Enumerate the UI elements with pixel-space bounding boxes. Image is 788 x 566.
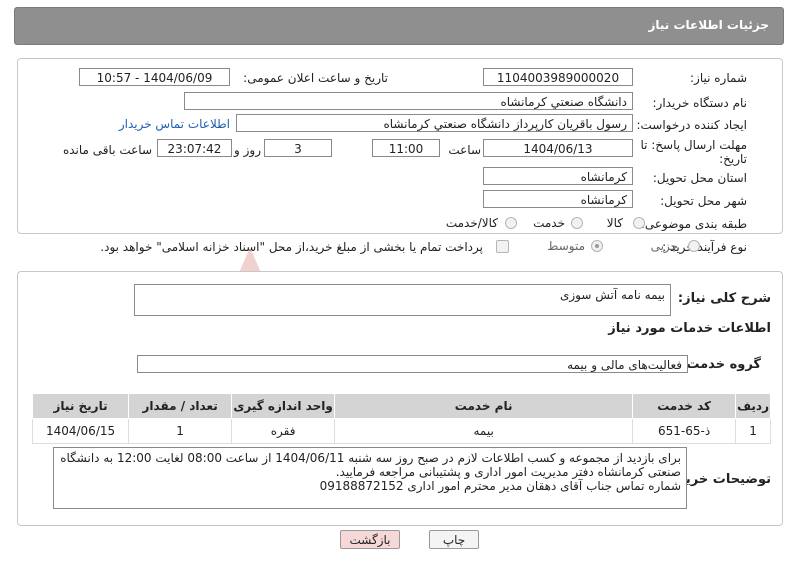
deadline-label-2: تاریخ:	[719, 152, 747, 166]
contact-info-link[interactable]: اطلاعات تماس خریدار	[119, 117, 230, 131]
process-medium-label: متوسط	[547, 239, 585, 253]
deadline-date-field: 1404/06/13	[483, 139, 633, 157]
service-group-label: گروه خدمت:	[681, 357, 761, 372]
category-goods-radio[interactable]	[633, 217, 645, 229]
days-field: 3	[264, 139, 332, 157]
summary-value: بیمه نامه آتش سوزی	[559, 288, 665, 302]
col-name: نام خدمت	[334, 393, 634, 419]
cell-name: بیمه	[334, 418, 634, 444]
print-button[interactable]: چاپ	[429, 530, 479, 549]
col-code: کد خدمت	[632, 393, 737, 419]
notes-field: برای بازدید از مجموعه و کسب اطلاعات لازم…	[53, 447, 687, 509]
need-number-field: 1104003989000020	[483, 68, 633, 86]
back-button[interactable]: بازگشت	[340, 530, 400, 549]
days-label: روز و	[234, 143, 261, 157]
process-minor-radio[interactable]	[688, 240, 700, 252]
category-service-label: خدمت	[533, 216, 565, 230]
deadline-time-field: 11:00	[372, 139, 440, 157]
col-index: ردیف	[735, 393, 771, 419]
table-header-row: ردیف کد خدمت نام خدمت واحد اندازه گیری ت…	[31, 393, 771, 419]
category-both-radio[interactable]	[505, 217, 517, 229]
announce-field: 1404/06/09 - 10:57	[79, 68, 230, 86]
summary-field: بیمه نامه آتش سوزی	[134, 284, 671, 316]
notes-line-1: برای بازدید از مجموعه و کسب اطلاعات لازم…	[60, 451, 681, 465]
treasury-checkbox[interactable]	[496, 240, 509, 253]
process-minor-label: جزیی	[650, 239, 678, 253]
cell-code: ذ-65-651	[632, 418, 737, 444]
buyer-org-field: دانشگاه صنعتي كرمانشاه	[184, 92, 633, 110]
services-section-title: اطلاعات خدمات مورد نیاز	[608, 321, 771, 336]
category-both-label: کالا/خدمت	[445, 216, 498, 230]
creator-field: رسول باقریان کارپرداز دانشگاه صنعتي كرما…	[236, 114, 633, 132]
need-number-label: شماره نیاز:	[690, 71, 747, 85]
service-group-field: فعالیت‌های مالی و بیمه	[137, 355, 688, 373]
col-unit: واحد اندازه گیری	[231, 393, 336, 419]
col-date: تاریخ نیاز	[31, 393, 130, 419]
deadline-label-1: مهلت ارسال پاسخ: تا	[640, 138, 747, 152]
category-label: طبقه بندی موضوعی:	[640, 217, 747, 231]
page-title: جزئیات اطلاعات نیاز	[648, 18, 769, 32]
cell-unit: فقره	[231, 418, 336, 444]
city-label: شهر محل تحویل:	[660, 194, 747, 208]
cell-qty: 1	[128, 418, 233, 444]
city-field: کرمانشاه	[483, 190, 633, 208]
remaining-time-field: 23:07:42	[157, 139, 232, 157]
services-table: ردیف کد خدمت نام خدمت واحد اندازه گیری ت…	[31, 393, 771, 444]
notes-line-3: شماره تماس جناب آقای دهقان مدیر محترم ام…	[319, 479, 681, 493]
deadline-time-label: ساعت	[448, 143, 481, 157]
cell-index: 1	[735, 418, 771, 444]
payment-note: پرداخت تمام یا بخشی از مبلغ خرید،از محل …	[100, 240, 483, 254]
summary-label: شرح کلی نیاز:	[677, 291, 771, 306]
province-field: کرمانشاه	[483, 167, 633, 185]
process-medium-radio[interactable]	[591, 240, 603, 252]
creator-label: ایجاد کننده درخواست:	[636, 118, 747, 132]
province-label: استان محل تحویل:	[652, 171, 747, 185]
col-qty: تعداد / مقدار	[128, 393, 233, 419]
category-service-radio[interactable]	[571, 217, 583, 229]
cell-date: 1404/06/15	[31, 418, 130, 444]
notes-line-2: صنعتی کرمانشاه دفتر مدیریت امور اداری و …	[335, 465, 681, 479]
category-goods-label: کالا	[606, 216, 623, 230]
announce-label: تاریخ و ساعت اعلان عمومی:	[243, 71, 388, 85]
page-header: جزئیات اطلاعات نیاز	[14, 7, 784, 45]
table-row: 1 ذ-65-651 بیمه فقره 1 1404/06/15	[31, 418, 771, 444]
buyer-org-label: نام دستگاه خریدار:	[652, 96, 748, 110]
remaining-label: ساعت باقی مانده	[62, 143, 152, 157]
